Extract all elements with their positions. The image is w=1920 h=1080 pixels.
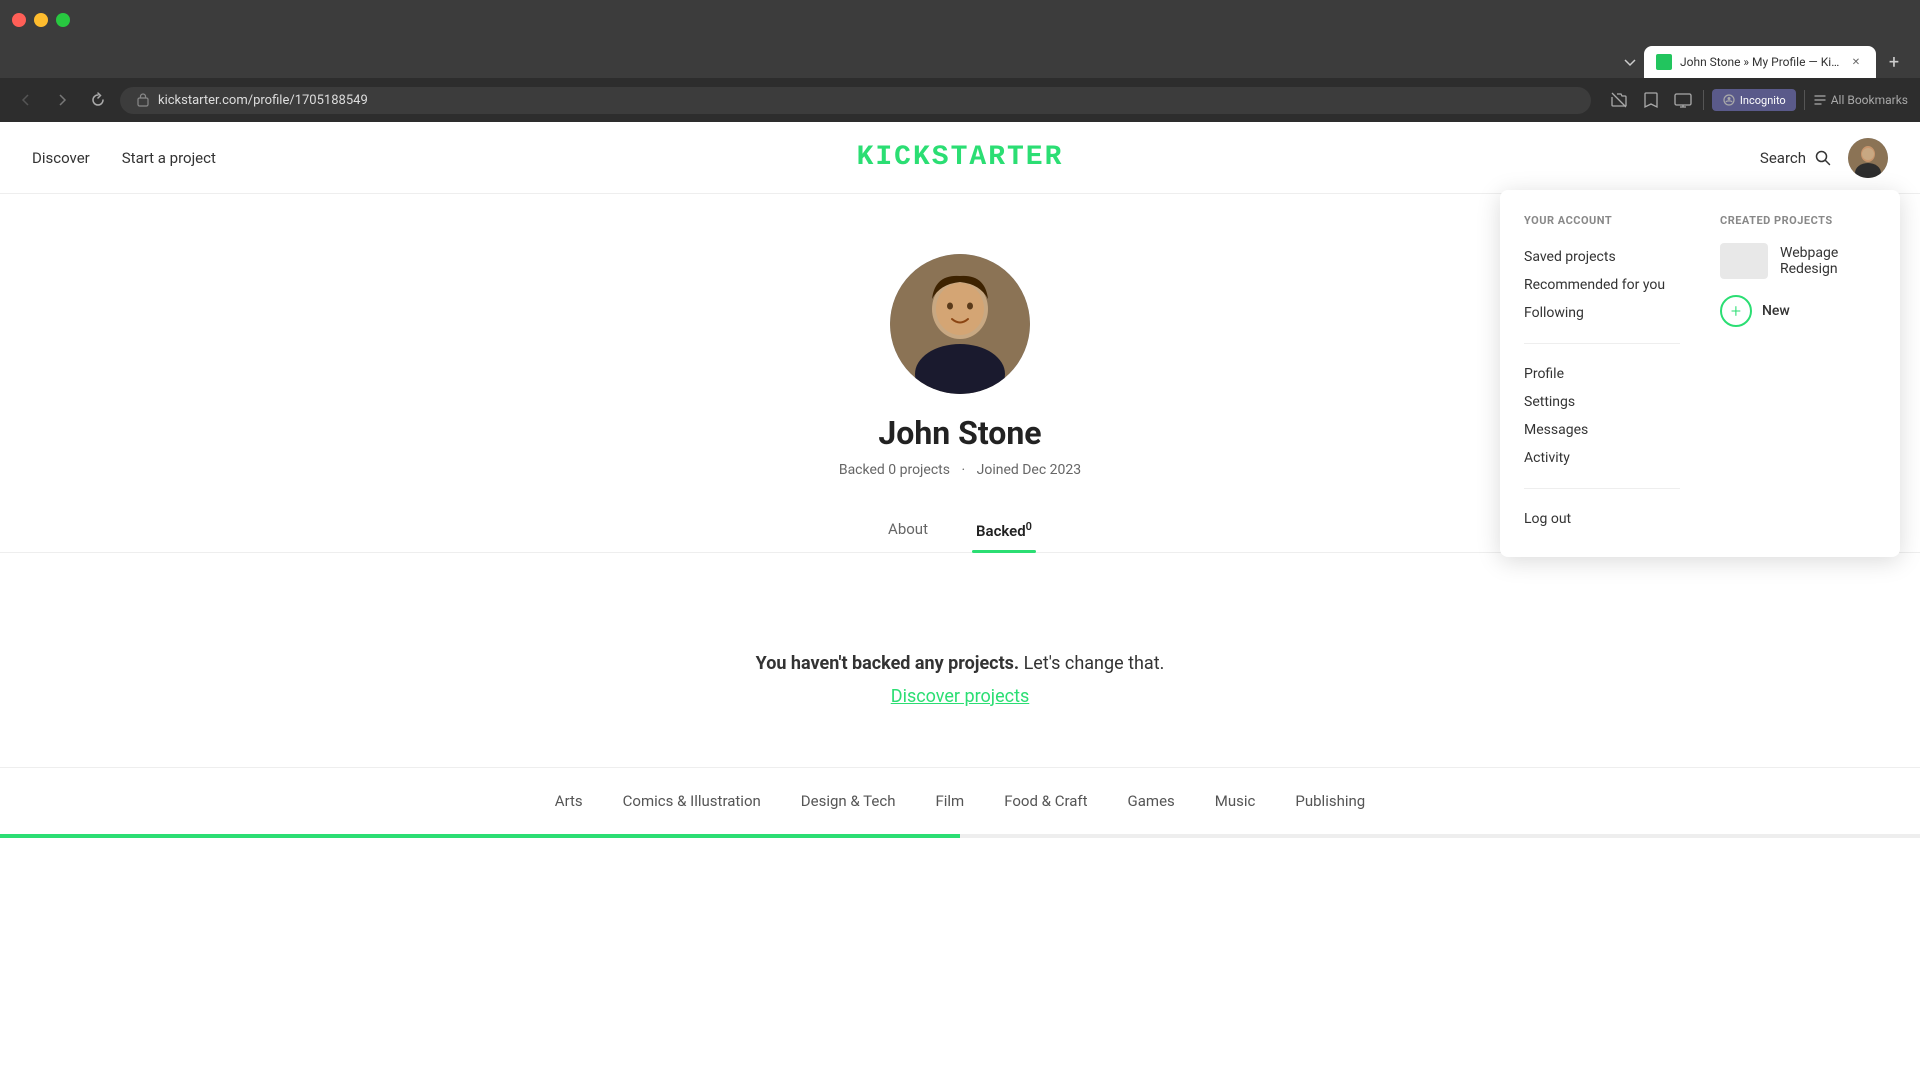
profile-link[interactable]: Profile — [1524, 360, 1680, 388]
logo[interactable]: KICKSTARTER — [857, 142, 1064, 173]
footer-cat-film[interactable]: Film — [935, 792, 964, 810]
forward-button[interactable] — [48, 86, 76, 114]
toolbar-separator2 — [1804, 90, 1805, 110]
new-tab-button[interactable]: + — [1880, 48, 1908, 76]
window-controls — [12, 13, 70, 27]
browser-toolbar: kickstarter.com/profile/1705188549 Incog… — [0, 78, 1920, 122]
meta-dot: · — [961, 462, 965, 478]
change-text: Let's change that. — [1024, 653, 1165, 674]
search-label: Search — [1760, 149, 1806, 167]
url-display: kickstarter.com/profile/1705188549 — [158, 93, 1575, 108]
new-project-button[interactable]: + New — [1720, 295, 1876, 327]
discover-projects-link[interactable]: Discover projects — [580, 686, 1340, 707]
recommended-link[interactable]: Recommended for you — [1524, 271, 1680, 299]
footer-cat-comics[interactable]: Comics & Illustration — [623, 792, 761, 810]
footer-cat-arts[interactable]: Arts — [555, 792, 583, 810]
profile-name: John Stone — [878, 414, 1041, 452]
progress-bar-container — [0, 834, 1920, 838]
main-nav: Discover Start a project KICKSTARTER Sea… — [0, 122, 1920, 194]
tab-favicon — [1656, 54, 1672, 70]
no-backed-strong: You haven't backed any projects. — [756, 653, 1019, 674]
discover-nav-link[interactable]: Discover — [32, 149, 90, 167]
no-backed-text: You haven't backed any projects. Let's c… — [580, 653, 1340, 674]
created-projects-title: CREATED PROJECTS — [1720, 214, 1876, 227]
browser-chrome: John Stone » My Profile — Kick ✕ + kicks… — [0, 0, 1920, 122]
project-thumbnail — [1720, 243, 1768, 279]
tab-backed-label: Backed — [976, 522, 1026, 540]
settings-link[interactable]: Settings — [1524, 388, 1680, 416]
footer-cat-food[interactable]: Food & Craft — [1004, 792, 1087, 810]
user-avatar[interactable] — [1848, 138, 1888, 178]
profile-avatar-image — [890, 254, 1030, 394]
logo-text: KICKSTARTER — [857, 142, 1064, 173]
nav-left: Discover Start a project — [32, 149, 216, 167]
account-dropdown-menu: YOUR ACCOUNT Saved projects Recommended … — [1500, 190, 1900, 557]
toolbar-separator — [1703, 90, 1704, 110]
dropdown-account-col: YOUR ACCOUNT Saved projects Recommended … — [1524, 214, 1680, 533]
address-bar[interactable]: kickstarter.com/profile/1705188549 — [120, 87, 1591, 114]
saved-projects-link[interactable]: Saved projects — [1524, 243, 1680, 271]
bookmarks-button[interactable]: All Bookmarks — [1813, 93, 1908, 107]
your-account-title: YOUR ACCOUNT — [1524, 214, 1680, 227]
footer-cat-design[interactable]: Design & Tech — [801, 792, 896, 810]
browser-titlebar — [0, 0, 1920, 40]
main-content: You haven't backed any projects. Let's c… — [560, 593, 1360, 767]
footer-cat-music[interactable]: Music — [1215, 792, 1256, 810]
profile-avatar — [890, 254, 1030, 394]
tab-list-dropdown[interactable] — [1620, 52, 1640, 72]
messages-link[interactable]: Messages — [1524, 416, 1680, 444]
project-name[interactable]: Webpage Redesign — [1780, 245, 1876, 277]
tab-backed-count: 0 — [1026, 520, 1032, 533]
dropdown-divider2 — [1524, 488, 1680, 489]
following-link[interactable]: Following — [1524, 299, 1680, 327]
bookmarks-label: All Bookmarks — [1831, 93, 1908, 107]
search-icon — [1814, 149, 1832, 167]
page: Discover Start a project KICKSTARTER Sea… — [0, 122, 1920, 1022]
device-icon[interactable] — [1671, 88, 1695, 112]
tab-backed[interactable]: Backed0 — [972, 508, 1036, 552]
dropdown-projects-col: CREATED PROJECTS Webpage Redesign + New — [1720, 214, 1876, 533]
window-minimize-button[interactable] — [34, 13, 48, 27]
avatar-image — [1848, 138, 1888, 178]
tab-bar: John Stone » My Profile — Kick ✕ + — [0, 40, 1920, 78]
footer-cat-publishing[interactable]: Publishing — [1295, 792, 1365, 810]
footer-categories: Arts Comics & Illustration Design & Tech… — [0, 767, 1920, 834]
progress-bar — [0, 834, 960, 838]
backed-label: Backed 0 projects — [839, 462, 950, 478]
tab-close-button[interactable]: ✕ — [1848, 54, 1864, 70]
refresh-button[interactable] — [84, 86, 112, 114]
profile-meta: Backed 0 projects · Joined Dec 2023 — [835, 462, 1085, 478]
plus-icon: + — [1720, 295, 1752, 327]
tab-title: John Stone » My Profile — Kick — [1680, 55, 1840, 69]
activity-link[interactable]: Activity — [1524, 444, 1680, 472]
created-project-item: Webpage Redesign — [1720, 243, 1876, 279]
back-button[interactable] — [12, 86, 40, 114]
dropdown-divider — [1524, 343, 1680, 344]
search-button[interactable]: Search — [1760, 149, 1832, 167]
incognito-label: Incognito — [1740, 94, 1786, 107]
bookmark-icon[interactable] — [1639, 88, 1663, 112]
start-project-nav-link[interactable]: Start a project — [122, 149, 216, 167]
window-close-button[interactable] — [12, 13, 26, 27]
footer-cat-games[interactable]: Games — [1128, 792, 1175, 810]
joined-label: Joined Dec 2023 — [977, 462, 1082, 478]
new-project-label: New — [1762, 303, 1790, 319]
toolbar-icons — [1607, 88, 1695, 112]
logout-link[interactable]: Log out — [1524, 505, 1680, 533]
nav-right: Search — [1760, 138, 1888, 178]
incognito-badge: Incognito — [1712, 89, 1796, 111]
window-maximize-button[interactable] — [56, 13, 70, 27]
active-tab[interactable]: John Stone » My Profile — Kick ✕ — [1644, 46, 1876, 78]
camera-off-icon[interactable] — [1607, 88, 1631, 112]
tab-about[interactable]: About — [884, 508, 932, 552]
